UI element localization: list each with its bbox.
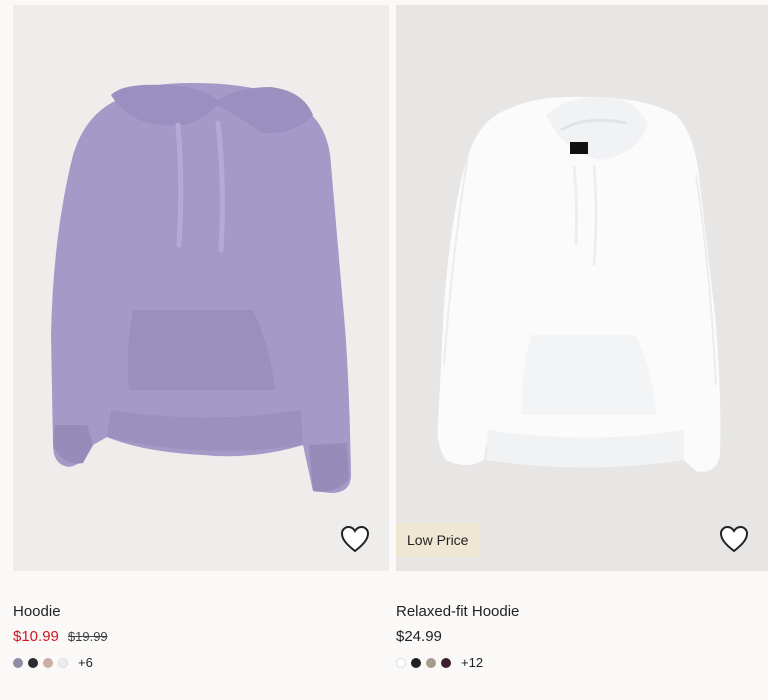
more-colors-count[interactable]: +12 [461, 655, 483, 670]
heart-outline-icon [340, 525, 370, 553]
product-image[interactable] [13, 5, 389, 571]
color-swatch[interactable] [28, 657, 38, 668]
product-card[interactable]: Hoodie $10.99 $19.99 +6 [13, 0, 389, 700]
more-colors-count[interactable]: +6 [78, 655, 93, 670]
low-price-badge: Low Price [396, 523, 480, 557]
product-image[interactable]: Low Price [396, 5, 768, 571]
color-swatches: +6 [13, 655, 93, 670]
product-name[interactable]: Hoodie [13, 603, 61, 620]
color-swatch[interactable] [396, 657, 406, 668]
price-row: $10.99 $19.99 [13, 628, 108, 645]
sale-price: $10.99 [13, 628, 59, 645]
color-swatch[interactable] [58, 657, 68, 668]
favorite-button[interactable] [339, 523, 371, 555]
heart-outline-icon [719, 525, 749, 553]
favorite-button[interactable] [718, 523, 750, 555]
color-swatch[interactable] [441, 657, 451, 668]
hoodie-image [437, 96, 721, 472]
price-row: $24.99 [396, 628, 442, 645]
color-swatch[interactable] [426, 657, 436, 668]
color-swatch[interactable] [411, 657, 421, 668]
product-grid: Hoodie $10.99 $19.99 +6 Low Price Relaxe… [0, 0, 768, 700]
hoodie-image [51, 83, 351, 493]
price: $24.99 [396, 628, 442, 645]
product-card[interactable]: Low Price Relaxed-fit Hoodie $24.99 +12 [396, 0, 768, 700]
original-price: $19.99 [67, 629, 108, 644]
color-swatch[interactable] [43, 657, 53, 668]
color-swatch[interactable] [13, 657, 23, 668]
product-name[interactable]: Relaxed-fit Hoodie [396, 603, 519, 620]
color-swatches: +12 [396, 655, 483, 670]
